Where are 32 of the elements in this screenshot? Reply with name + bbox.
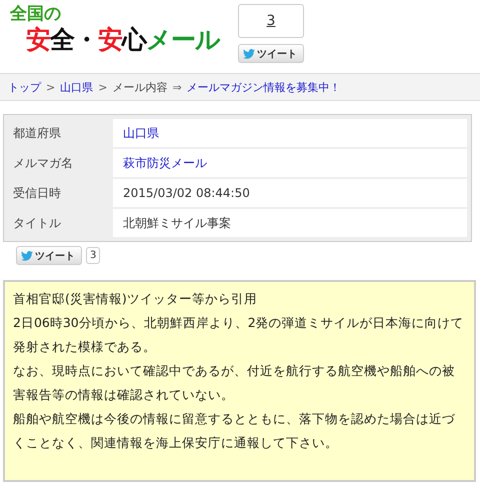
breadcrumb-link[interactable]: 山口県 [60,80,94,94]
bird-icon [21,250,33,260]
logo-text: 心 [122,25,146,54]
breadcrumb-link[interactable]: トップ [8,80,41,94]
field-value[interactable]: 山口県 [113,119,467,147]
logo-text: ・ [74,25,98,54]
breadcrumb-text: メール内容 [112,80,168,94]
message-text: なお、現時点において確認中であるが、付近を航行する航空機や船舶への被害報告等の情報は確認されていない。 [13,362,456,404]
field-value: 2015/03/02 08:44:50 [113,179,467,207]
tweet-count[interactable]: 3 [238,4,304,38]
field-value[interactable]: 萩市防災メール [113,149,467,177]
breadcrumb-separator: > [46,80,56,94]
field-label: 都道府県 [12,125,62,142]
message-text: 首相官邸(災害情報)ツイッター等から引用 [13,290,258,308]
message-text: 2日06時30分頃から、北朝鮮西岸より、2発の弾道ミサイルが日本海に向けて発射された模様である。 [13,314,464,356]
breadcrumb-link[interactable]: メールマガジン情報を募集中！ [186,80,341,94]
logo-text: 全 [50,25,74,54]
logo-text: 全国の [10,4,61,24]
field-label: メルマガ名 [12,155,74,172]
bird-icon [243,48,255,58]
field-value: 北朝鮮ミサイル事案 [113,209,467,237]
field-label: 受信日時 [12,185,62,202]
field-label: タイトル [12,215,62,232]
logo-text: メール [146,25,220,54]
tweet-button[interactable]: ツイート [238,44,304,63]
logo-text: 安 [26,25,50,54]
message-text: 船舶や航空機は今後の情報に留意するとともに、落下物を認めた場合は近づくことなく、関連情報を海上保安庁に通報して下さい。 [13,410,456,452]
tweet-count[interactable]: 3 [86,247,100,264]
breadcrumb-separator: ⇒ [172,80,182,94]
tweet-button[interactable]: ツイート [16,246,82,265]
breadcrumb-separator: > [98,80,108,94]
logo-text: 安 [98,25,122,54]
